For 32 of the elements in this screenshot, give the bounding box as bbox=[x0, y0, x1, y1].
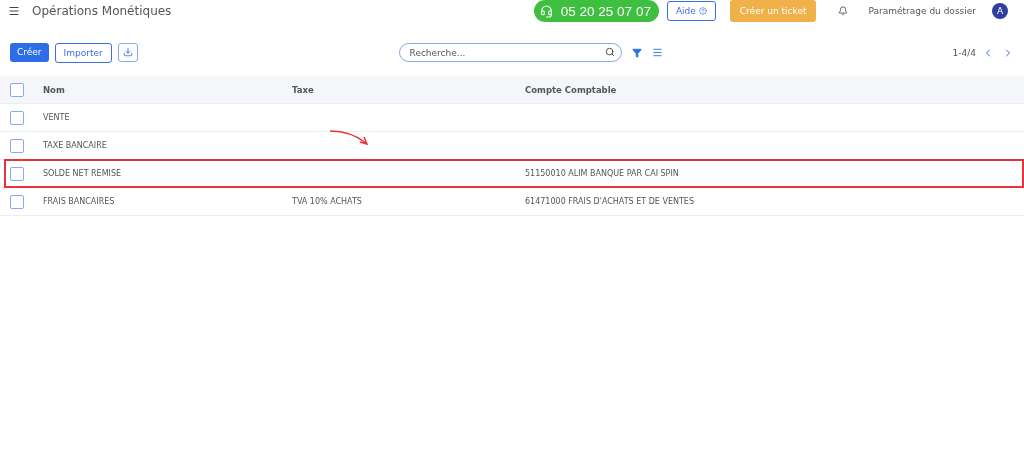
table-cell-text: SOLDE NET REMISE bbox=[43, 169, 123, 178]
import-button[interactable]: Importer bbox=[54, 42, 112, 63]
table-cell-text: FRAIS BANCAIRES bbox=[43, 197, 116, 206]
help-button[interactable]: Aide bbox=[666, 1, 716, 21]
search-field[interactable]: Recherche... bbox=[398, 43, 622, 62]
settings-link[interactable]: Paramétrage du dossier bbox=[868, 6, 976, 16]
checkbox[interactable] bbox=[10, 166, 24, 181]
table-cell-text: TAXE BANCAIRE bbox=[43, 141, 108, 150]
headset-icon bbox=[539, 4, 553, 18]
download-button[interactable] bbox=[117, 42, 138, 62]
checkbox[interactable] bbox=[10, 110, 24, 125]
page-title: Opérations Monétiques bbox=[32, 4, 173, 18]
user-avatar[interactable]: A bbox=[992, 3, 1008, 19]
table-cell-text: VENTE bbox=[43, 113, 71, 122]
list-icon[interactable] bbox=[651, 47, 663, 58]
download-icon bbox=[122, 47, 133, 57]
checkbox[interactable] bbox=[10, 82, 24, 97]
menu-icon[interactable] bbox=[8, 5, 20, 17]
table-cell-text: 51150010 ALIM BANQUE PAR CAI SPIN bbox=[525, 169, 680, 178]
checkbox[interactable] bbox=[10, 138, 24, 153]
bell-icon[interactable] bbox=[838, 6, 849, 16]
column-header[interactable]: Taxe bbox=[292, 84, 525, 95]
table-cell-text: TVA 10% ACHATS bbox=[292, 197, 363, 206]
create-button[interactable]: Créer bbox=[10, 42, 49, 62]
help-icon bbox=[698, 7, 707, 15]
column-header[interactable]: Nom bbox=[43, 84, 292, 95]
checkbox[interactable] bbox=[10, 194, 24, 209]
filter-icon[interactable] bbox=[631, 47, 642, 58]
search-icon[interactable] bbox=[604, 47, 615, 57]
column-header[interactable]: Compte Comptable bbox=[525, 84, 1024, 95]
table-cell-text: 61471000 FRAIS D'ACHATS ET DE VENTES bbox=[525, 197, 695, 206]
pager-text: 1-4/4 bbox=[952, 47, 976, 58]
